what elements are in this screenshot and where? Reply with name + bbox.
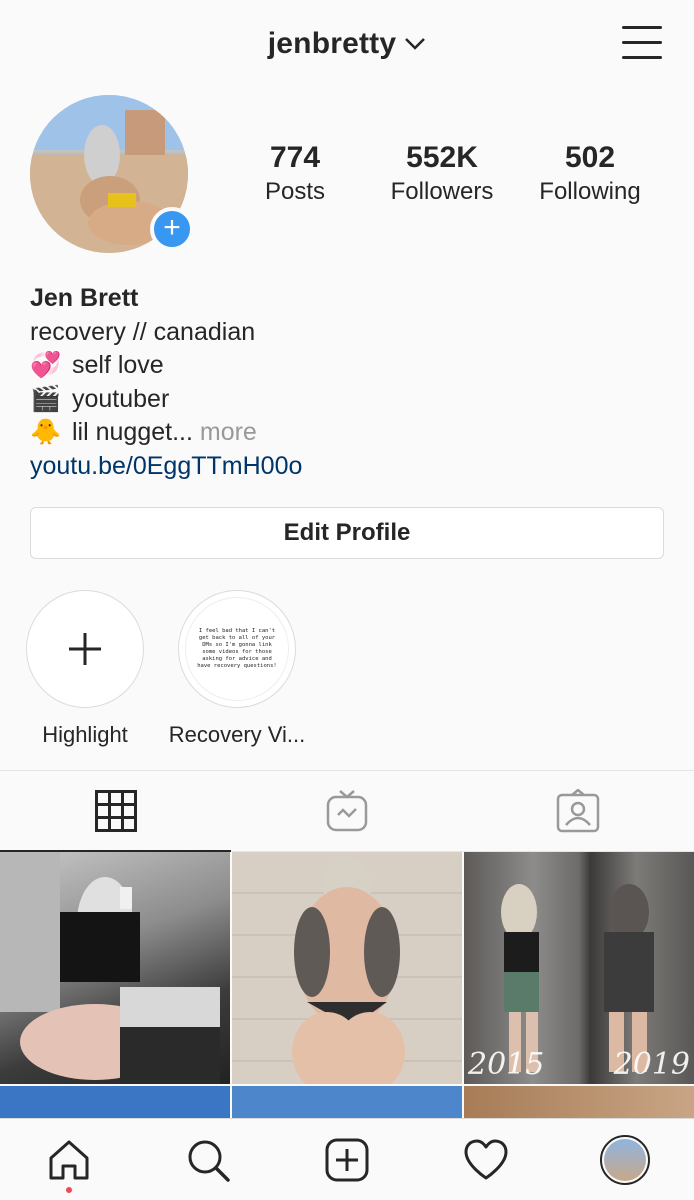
new-highlight-button[interactable]: Highlight [15,590,155,748]
bio-line: 🎬 youtuber [30,383,670,417]
post-thumbnail[interactable] [0,852,230,1084]
username-switcher[interactable]: jenbretty [268,27,427,61]
nav-home[interactable] [0,1119,139,1200]
highlight-circle[interactable] [26,590,144,708]
posts-grid: 2015 2019 [0,852,694,1120]
heart-icon [464,1139,508,1179]
tab-grid[interactable] [0,771,231,851]
highlight-recovery[interactable]: I feel bad that I can't get back to all … [167,590,307,748]
highlight-circle[interactable]: I feel bad that I can't get back to all … [178,590,296,708]
search-icon [188,1140,230,1182]
chevron-down-icon [405,38,426,50]
bio-line: 💞 self love [30,349,670,383]
following-label: Following [539,178,641,205]
tagged-icon [557,789,600,833]
plus-icon [69,633,101,665]
tab-igtv[interactable] [231,771,462,851]
followers-count: 552K [406,141,478,174]
hamburger-menu-icon[interactable] [622,26,662,60]
profile-username: jenbretty [267,27,397,60]
followers-stat[interactable]: 552K Followers [367,140,517,208]
followers-label: Followers [390,178,494,205]
bio-line: recovery // canadian [30,317,256,346]
bottom-navigation [0,1118,694,1200]
post-thumbnail[interactable] [464,1086,694,1120]
posts-count: 774 [269,141,321,174]
post-thumbnail[interactable] [232,852,462,1084]
post-thumbnail[interactable]: 2015 2019 [464,852,694,1084]
highlight-label: Recovery Vi... [168,722,306,747]
add-story-button[interactable]: + [150,207,194,251]
posts-label: Posts [264,178,326,205]
top-header: jenbretty [0,0,694,88]
post-caption-year: 2015 [468,1047,545,1082]
post-thumbnail[interactable] [0,1086,230,1120]
tab-tagged[interactable] [463,771,694,851]
profile-bio: Jen Brett recovery // canadian 💞 self lov… [30,282,670,483]
profile-name: Jen Brett [30,284,139,312]
posts-stat[interactable]: 774 Posts [220,140,370,208]
highlight-cover-text: I feel bad that I can't get back to all … [185,597,289,701]
nav-new-post[interactable] [278,1119,417,1200]
profile-avatar-icon [599,1134,650,1185]
nav-profile[interactable] [555,1119,694,1200]
profile-avatar-container[interactable]: + [30,95,194,255]
highlight-label: Highlight [42,722,128,747]
profile-tabs [0,770,694,852]
bio-more-link[interactable]: more [200,418,257,446]
grid-icon [94,790,137,832]
new-post-icon [325,1138,369,1181]
home-icon [49,1140,89,1179]
post-thumbnail[interactable] [232,1086,462,1120]
igtv-icon [326,790,368,832]
notification-dot [66,1187,72,1193]
two-hearts-icon: 💞 [30,351,62,379]
bio-line: 🐥 lil nugget... more [30,416,670,450]
bio-website-link[interactable]: youtu.be/0EggTTmH00o [30,450,670,484]
nav-search[interactable] [139,1119,278,1200]
chick-icon: 🐥 [30,418,62,446]
post-caption-year: 2019 [613,1047,690,1082]
following-count: 502 [564,141,616,174]
nav-activity[interactable] [416,1119,555,1200]
clapper-board-icon: 🎬 [30,384,62,413]
edit-profile-button[interactable]: Edit Profile [30,507,664,559]
following-stat[interactable]: 502 Following [515,140,665,208]
